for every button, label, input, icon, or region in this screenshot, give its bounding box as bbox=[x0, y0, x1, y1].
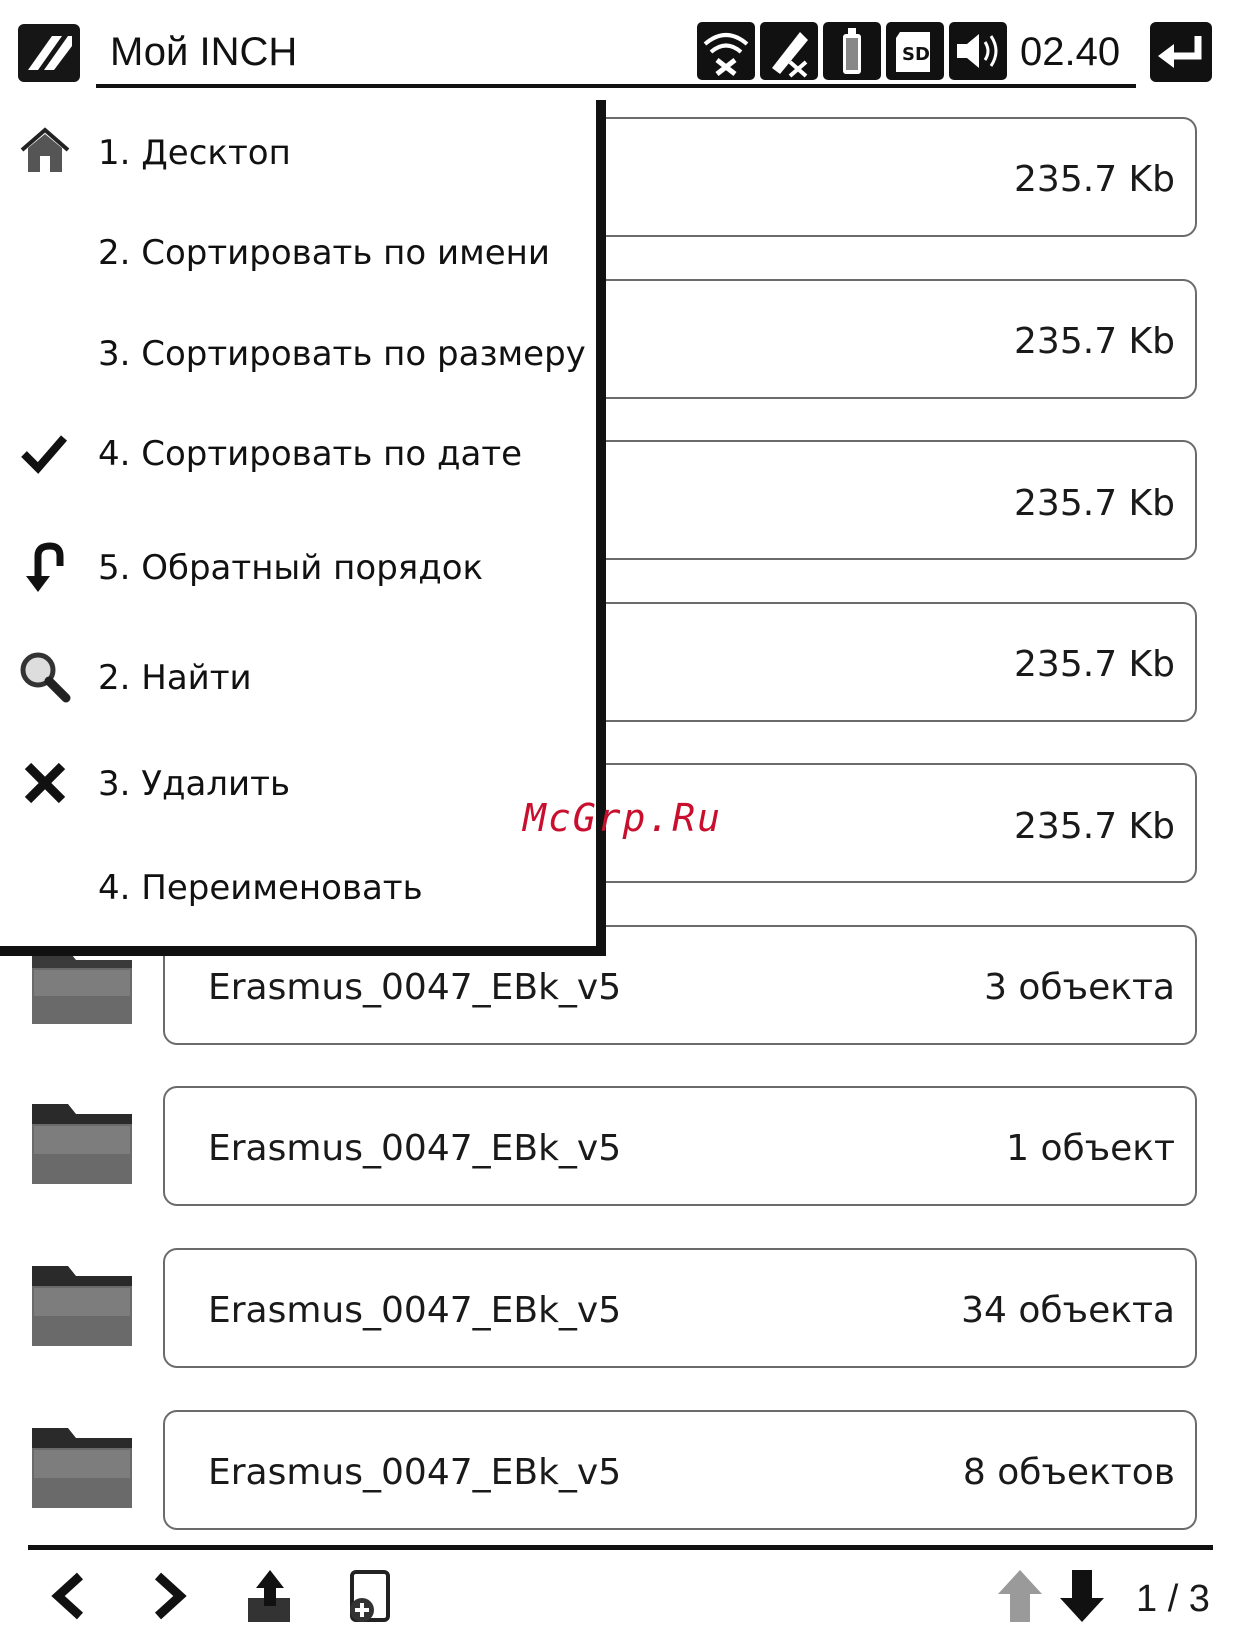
page-title: Мой INCH bbox=[110, 30, 298, 74]
menu-item-sort-date[interactable]: 4. Сортировать по дате bbox=[98, 432, 522, 476]
next-page-button[interactable] bbox=[138, 1566, 198, 1626]
reverse-arrow-icon bbox=[18, 540, 72, 594]
checkmark-icon bbox=[18, 426, 72, 480]
parent-folder-button[interactable] bbox=[240, 1566, 300, 1626]
menu-item-desktop[interactable]: 1. Десктоп bbox=[98, 131, 291, 175]
folder-icon bbox=[28, 1262, 136, 1348]
add-document-icon bbox=[350, 1570, 390, 1622]
file-size: 235.7 Kb bbox=[1014, 806, 1175, 847]
folder-name: Erasmus_0047_EBk_v5 bbox=[208, 1452, 622, 1493]
folder-count: 1 объект bbox=[1006, 1128, 1175, 1169]
battery-icon bbox=[823, 22, 881, 80]
file-size: 235.7 Kb bbox=[1014, 159, 1175, 200]
menu-item-rename[interactable]: 4. Переименовать bbox=[98, 866, 423, 910]
prev-page-button[interactable] bbox=[40, 1566, 100, 1626]
arrow-down-icon bbox=[1060, 1570, 1104, 1622]
search-icon bbox=[18, 650, 72, 704]
svg-text:SD: SD bbox=[902, 44, 930, 65]
folder-name: Erasmus_0047_EBk_v5 bbox=[208, 1128, 622, 1169]
folder-count: 34 объекта bbox=[961, 1290, 1175, 1331]
page-indicator: 1 / 3 bbox=[1136, 1578, 1210, 1620]
back-button[interactable] bbox=[1150, 22, 1212, 82]
chevron-left-icon bbox=[51, 1572, 84, 1620]
folder-icon bbox=[28, 1424, 136, 1510]
volume-icon bbox=[949, 22, 1007, 80]
folder-count: 3 объекта bbox=[984, 967, 1175, 1008]
folder-up-icon bbox=[248, 1570, 290, 1622]
file-size: 235.7 Kb bbox=[1014, 483, 1175, 524]
title-underline bbox=[96, 84, 1136, 88]
scroll-down-button[interactable] bbox=[1052, 1566, 1112, 1626]
chevron-right-icon bbox=[154, 1572, 187, 1620]
pen-off-icon bbox=[760, 22, 818, 80]
file-size: 235.7 Kb bbox=[1014, 321, 1175, 362]
file-size: 235.7 Kb bbox=[1014, 644, 1175, 685]
menu-item-reverse[interactable]: 5. Обратный порядок bbox=[98, 546, 483, 590]
menu-item-sort-name[interactable]: 2. Сортировать по имени bbox=[98, 231, 550, 275]
return-arrow-icon bbox=[1158, 36, 1202, 68]
new-item-button[interactable] bbox=[340, 1566, 400, 1626]
home-icon bbox=[18, 124, 72, 178]
delete-icon bbox=[18, 756, 72, 810]
folder-count: 8 объектов bbox=[962, 1452, 1175, 1493]
folder-icon bbox=[28, 1100, 136, 1186]
menu-item-find[interactable]: 2. Найти bbox=[98, 656, 252, 700]
app-logo bbox=[18, 24, 80, 82]
menu-item-sort-size[interactable]: 3. Сортировать по размеру bbox=[98, 332, 586, 376]
context-menu: 1. Десктоп 2. Сортировать по имени 3. Со… bbox=[0, 100, 606, 956]
footer-divider bbox=[28, 1545, 1213, 1550]
wifi-off-icon bbox=[697, 22, 755, 80]
folder-name: Erasmus_0047_EBk_v5 bbox=[208, 967, 622, 1008]
watermark: McGrp.Ru bbox=[523, 796, 723, 840]
menu-item-delete[interactable]: 3. Удалить bbox=[98, 762, 290, 806]
arrow-up-icon bbox=[998, 1570, 1042, 1622]
scroll-up-button[interactable] bbox=[990, 1566, 1050, 1626]
clock: 02.40 bbox=[1020, 30, 1121, 74]
sd-card-icon: SD bbox=[886, 22, 944, 80]
folder-name: Erasmus_0047_EBk_v5 bbox=[208, 1290, 622, 1331]
